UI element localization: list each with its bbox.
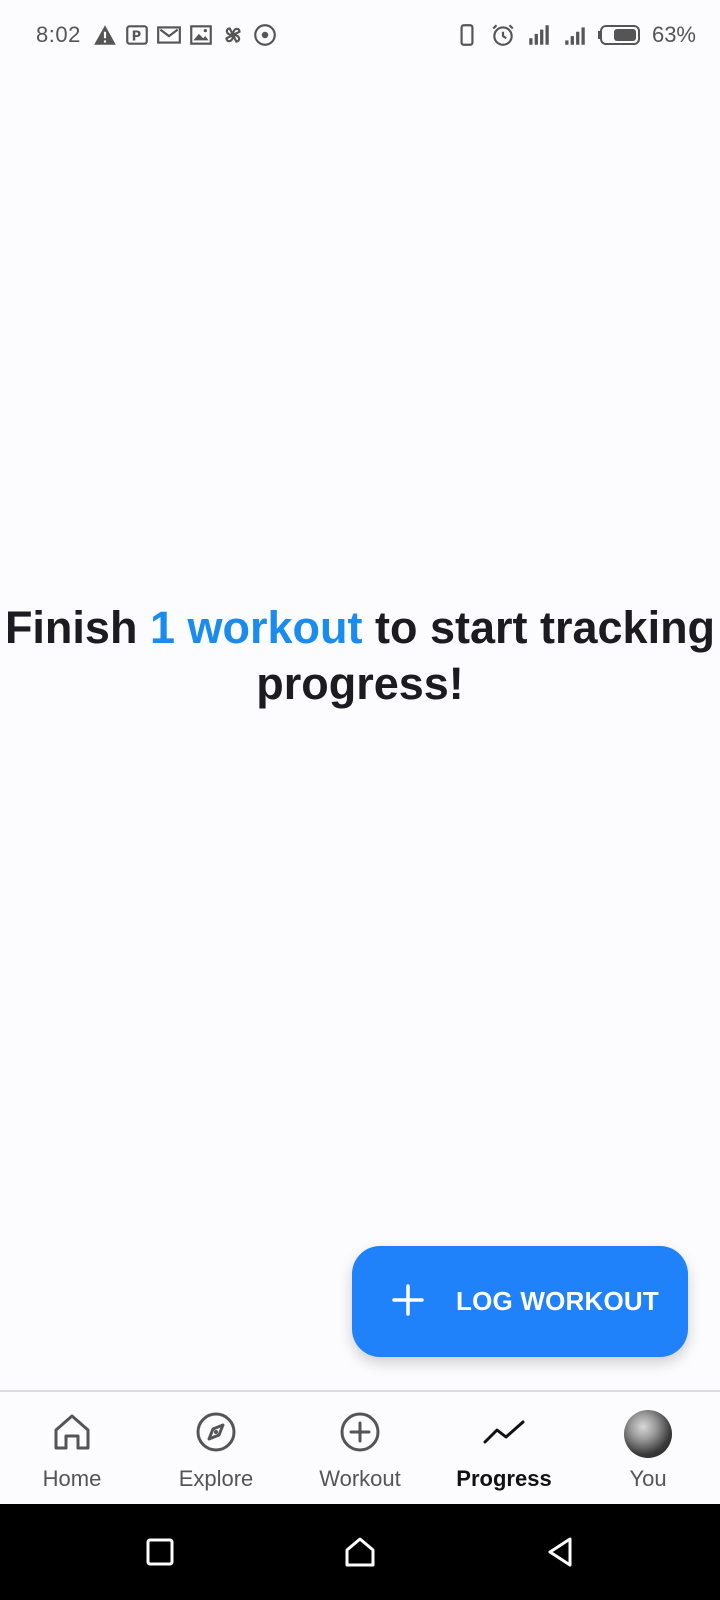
message-highlight: 1 workout (149, 602, 363, 653)
home-icon (54, 1414, 90, 1450)
nav-home[interactable]: Home (0, 1392, 144, 1504)
log-workout-button[interactable]: LOG WORKOUT (352, 1246, 688, 1357)
nav-workout-label: Workout (319, 1466, 401, 1491)
signal-icon-2 (565, 27, 585, 45)
avatar (624, 1410, 672, 1458)
system-status-icons: 63% (454, 22, 696, 48)
notification-icons: P (92, 22, 278, 48)
nav-workout[interactable]: Workout (288, 1392, 432, 1504)
system-navigation-bar (0, 1504, 720, 1600)
plus-icon (392, 1284, 424, 1316)
message-prefix: Finish (4, 602, 150, 653)
nav-explore-label: Explore (178, 1466, 254, 1491)
log-workout-label: LOG WORKOUT (456, 1286, 659, 1316)
progress-screen: 8:02 P 63% Finish 1 workout to start tra… (0, 0, 720, 1600)
compass-icon (196, 1412, 236, 1452)
svg-text:P: P (132, 29, 142, 44)
home-button-icon[interactable] (342, 1534, 378, 1570)
alarm-icon (492, 24, 514, 46)
record-icon (254, 24, 276, 46)
parking-app-icon: P (126, 25, 148, 45)
battery-icon (597, 25, 640, 45)
empty-state-message: Finish 1 workout to start tracking progr… (0, 600, 720, 712)
recents-icon[interactable] (142, 1534, 178, 1570)
back-icon[interactable] (542, 1534, 578, 1570)
vibrate-icon (460, 24, 474, 46)
nav-home-label: Home (42, 1466, 102, 1491)
status-bar: 8:02 P 63% (0, 0, 720, 72)
nav-progress[interactable]: Progress (432, 1392, 576, 1504)
add-circle-icon (340, 1412, 380, 1452)
nav-explore[interactable]: Explore (144, 1392, 288, 1504)
gmail-icon (157, 26, 181, 44)
signal-icon (529, 25, 549, 45)
gallery-icon (190, 25, 212, 45)
status-time: 8:02 (36, 22, 81, 47)
nav-you[interactable]: You (576, 1392, 720, 1504)
trend-icon (483, 1420, 525, 1444)
pinwheel-icon (225, 27, 241, 43)
battery-percent: 63% (651, 22, 696, 47)
bottom-navigation: Home Explore Workout Progress You (0, 1390, 720, 1504)
warning-icon (94, 25, 116, 45)
nav-progress-label: Progress (456, 1466, 552, 1491)
nav-you-label: You (629, 1466, 667, 1491)
